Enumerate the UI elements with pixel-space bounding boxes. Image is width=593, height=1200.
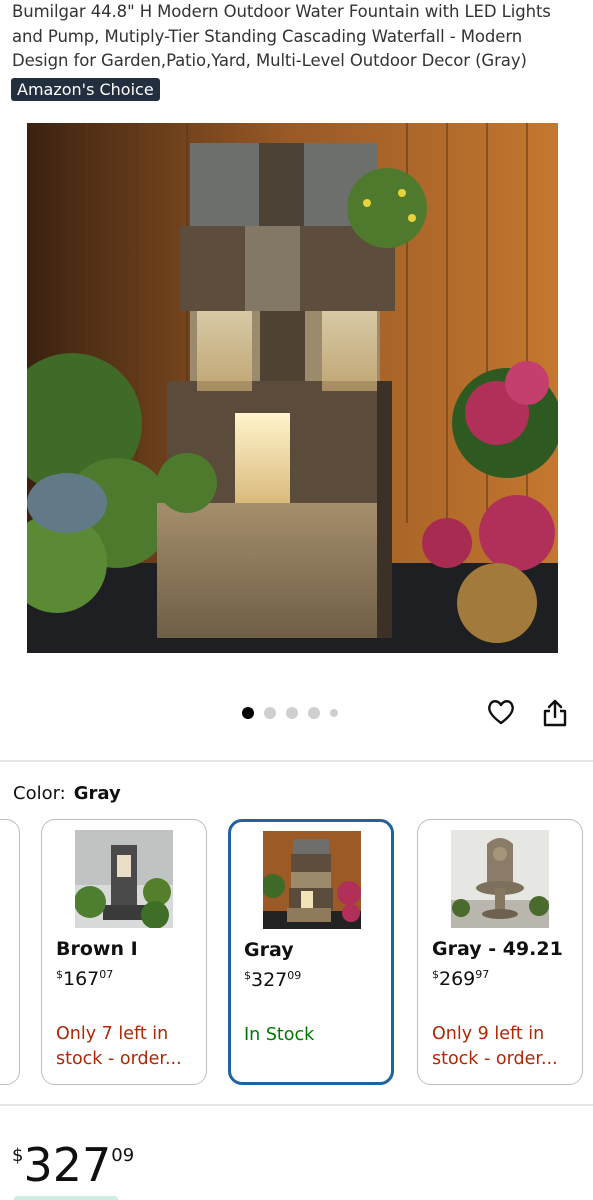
price-fraction: 09 [111,1145,135,1166]
price-currency: $ [56,968,63,981]
pagination-dot[interactable] [264,707,276,719]
pagination-dot[interactable] [286,707,298,719]
swatch-stock-status: Only 9 left in stock - order... [432,1024,558,1069]
selected-color-value: Gray [73,783,121,804]
swatch-thumbnail [75,830,173,928]
section-divider [0,1104,593,1106]
swatch-name: Gray - 49.21 [432,938,563,960]
color-swatch-gray-49-21[interactable]: Gray - 49.21 $26997 Only 9 left in stock… [417,819,583,1085]
price-whole: 269 [439,968,476,990]
deal-badge-edge [14,1196,118,1200]
swatch-name: Brown I [56,938,138,960]
price-whole: 327 [251,969,288,991]
price-currency: $ [12,1145,24,1166]
swatch-price: $32709 [244,969,301,991]
swatch-price: $26997 [432,968,489,990]
swatch-name: Gray [244,939,294,961]
product-title: Bumilgar 44.8" H Modern Outdoor Water Fo… [12,2,551,70]
color-selector-label: Color: Gray [13,783,121,804]
pagination-dot[interactable] [242,707,254,719]
share-icon[interactable] [541,698,569,728]
product-price: $32709 [12,1128,134,1193]
fountain-photo [27,123,558,653]
color-swatch-gray[interactable]: Gray $32709 In Stock [228,819,394,1085]
price-fraction: 97 [475,968,490,981]
amazons-choice-badge: Amazon's Choice [11,78,160,101]
swatch-stock-status: Only 7 left in stock - order... [56,1024,182,1069]
swatch-stock-status: In Stock [244,1025,315,1045]
price-currency: $ [432,968,439,981]
price-fraction: 07 [99,968,114,981]
price-currency: $ [244,969,251,982]
price-fraction: 09 [287,969,302,982]
color-label-text: Color: [13,783,66,804]
color-swatch-partial[interactable] [0,819,20,1085]
image-pagination-dots[interactable] [242,707,338,719]
swatch-price: $16707 [56,968,113,990]
heart-icon[interactable] [486,697,516,727]
product-image[interactable] [27,123,558,653]
swatch-thumbnail [263,831,361,929]
swatch-thumbnail [451,830,549,928]
section-divider [0,760,593,762]
price-whole: 167 [63,968,100,990]
color-swatch-brown-i[interactable]: Brown I $16707 Only 7 left in stock - or… [41,819,207,1085]
price-whole: 327 [23,1138,112,1192]
pagination-dot[interactable] [330,709,338,717]
pagination-dot[interactable] [308,707,320,719]
